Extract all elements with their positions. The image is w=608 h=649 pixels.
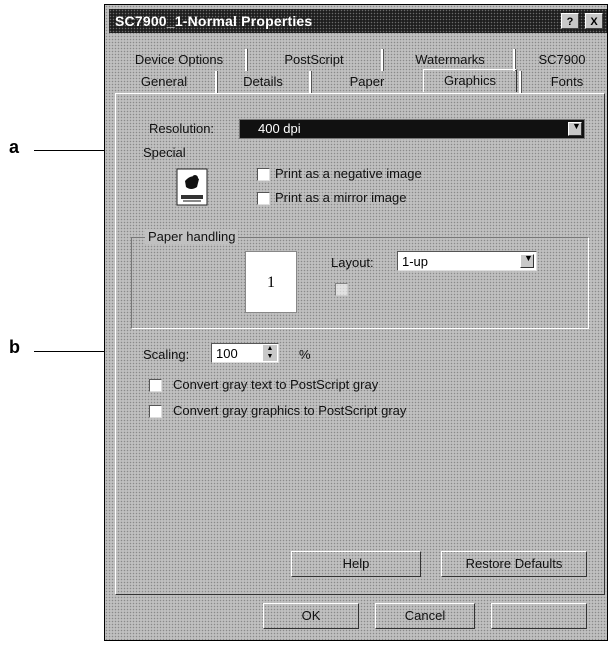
restore-defaults-button[interactable]: Restore Defaults [441, 551, 587, 577]
tab-separator [519, 71, 522, 93]
convert-text-checkbox[interactable] [149, 379, 162, 392]
spin-up-icon[interactable]: ▲ [263, 345, 277, 353]
tab-graphics[interactable]: Graphics [423, 69, 517, 92]
page-number: 1 [267, 274, 275, 291]
paper-handling-label: Paper handling [145, 229, 239, 244]
tab-fonts[interactable]: Fonts [529, 71, 605, 93]
page-preview: 1 [245, 251, 297, 313]
chevron-down-icon: ▼ [524, 253, 533, 263]
tab-general[interactable]: General [121, 71, 207, 93]
printer-image-icon [175, 167, 209, 207]
scaling-unit: % [299, 347, 311, 362]
negative-image-label[interactable]: Print as a negative image [275, 166, 422, 181]
tab-separator [215, 71, 218, 93]
tab-paper[interactable]: Paper [317, 71, 417, 93]
tab-device-options[interactable]: Device Options [119, 49, 239, 71]
help-button[interactable]: Help [291, 551, 421, 577]
tab-separator [245, 49, 248, 71]
tab-separator [381, 49, 384, 71]
scaling-input[interactable]: 100 ▲ ▼ [211, 343, 279, 363]
resolution-value: 400 dpi [258, 121, 301, 136]
window-title: SC7900_1-Normal Properties [115, 13, 313, 29]
layout-label: Layout: [331, 255, 374, 270]
scaling-value: 100 [216, 346, 238, 361]
layout-option-checkbox-disabled [335, 283, 348, 296]
help-title-button[interactable]: ? [561, 13, 579, 29]
close-title-button[interactable]: X [585, 13, 603, 29]
apply-button[interactable] [491, 603, 587, 629]
tab-watermarks[interactable]: Watermarks [391, 49, 509, 71]
tab-separator [309, 71, 312, 93]
tab-sc7900[interactable]: SC7900 [519, 49, 605, 71]
callout-a: a [9, 137, 20, 157]
convert-graphics-label[interactable]: Convert gray graphics to PostScript gray [173, 403, 406, 418]
resolution-dropdown-button[interactable]: ▼ [568, 121, 582, 136]
special-label: Special [143, 145, 186, 160]
layout-dropdown-button[interactable]: ▼ [520, 253, 534, 268]
scaling-label: Scaling: [143, 347, 190, 362]
cancel-button[interactable]: Cancel [375, 603, 475, 629]
resolution-label: Resolution: [149, 121, 215, 136]
convert-graphics-checkbox[interactable] [149, 405, 162, 418]
mirror-image-checkbox[interactable] [257, 192, 270, 205]
convert-text-label[interactable]: Convert gray text to PostScript gray [173, 377, 378, 392]
tab-details[interactable]: Details [223, 71, 303, 93]
callout-b: b [9, 337, 20, 357]
title-bar[interactable]: SC7900_1-Normal Properties ? X [109, 9, 607, 33]
chevron-down-icon: ▼ [572, 121, 581, 131]
resolution-select[interactable]: 400 dpi ▼ [239, 119, 585, 139]
negative-image-checkbox[interactable] [257, 168, 270, 181]
mirror-image-label[interactable]: Print as a mirror image [275, 190, 406, 205]
scaling-spinner[interactable]: ▲ ▼ [263, 345, 277, 361]
tab-separator [513, 49, 516, 71]
tab-postscript[interactable]: PostScript [255, 49, 373, 71]
properties-dialog: SC7900_1-Normal Properties ? X Device Op… [104, 4, 608, 641]
ok-button[interactable]: OK [263, 603, 359, 629]
layout-select[interactable]: 1-up ▼ [397, 251, 537, 271]
spin-down-icon[interactable]: ▼ [263, 353, 277, 361]
layout-value: 1-up [402, 254, 429, 269]
